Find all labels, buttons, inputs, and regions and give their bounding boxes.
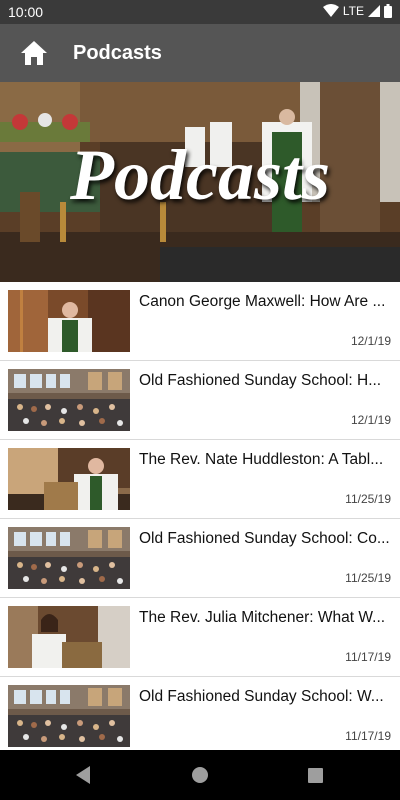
podcast-thumbnail [8, 685, 130, 747]
home-icon [21, 41, 47, 65]
signal-icon [368, 5, 380, 17]
podcast-list: Canon George Maxwell: How Are ... 12/1/1… [0, 282, 400, 756]
recents-icon [308, 768, 323, 783]
podcast-title: Old Fashioned Sunday School: H... [139, 372, 382, 389]
podcast-thumbnail [8, 369, 130, 431]
podcast-title: Canon George Maxwell: How Are ... [139, 293, 386, 310]
back-button[interactable] [74, 765, 92, 790]
back-icon [76, 766, 90, 784]
podcast-title: Old Fashioned Sunday School: Co... [139, 530, 390, 547]
hero-title: Podcasts [70, 135, 330, 215]
podcast-date: 11/17/19 [345, 650, 391, 664]
podcast-item[interactable]: Old Fashioned Sunday School: W... 11/17/… [0, 677, 400, 756]
podcast-date: 12/1/19 [350, 334, 391, 348]
podcast-item[interactable]: Old Fashioned Sunday School: Co... 11/25… [0, 519, 400, 598]
podcast-date: 11/17/19 [345, 729, 391, 743]
podcast-thumbnail [8, 527, 130, 589]
page-title: Podcasts [73, 42, 162, 64]
network-type: LTE [342, 4, 364, 18]
podcast-thumbnail [8, 606, 130, 668]
status-time: 10:00 [8, 4, 44, 20]
podcast-thumbnail [8, 290, 130, 352]
hero-banner: Podcasts [0, 82, 400, 282]
podcast-item[interactable]: Old Fashioned Sunday School: H... 12/1/1… [0, 361, 400, 440]
circle-home-icon [192, 767, 208, 783]
podcast-date: 11/25/19 [345, 571, 391, 585]
podcast-item[interactable]: The Rev. Julia Mitchener: What W... 11/1… [0, 598, 400, 677]
app-bar: Podcasts [0, 24, 400, 82]
podcast-date: 12/1/19 [350, 413, 391, 427]
podcast-thumbnail [8, 448, 130, 510]
navigation-bar [0, 750, 400, 800]
podcast-item[interactable]: Canon George Maxwell: How Are ... 12/1/1… [0, 282, 400, 361]
podcast-title: Old Fashioned Sunday School: W... [139, 688, 384, 705]
podcast-title: The Rev. Julia Mitchener: What W... [139, 609, 386, 626]
podcast-title: The Rev. Nate Huddleston: A Tabl... [139, 451, 384, 468]
podcast-date: 11/25/19 [345, 492, 391, 506]
home-nav-button[interactable] [191, 765, 209, 790]
wifi-icon [322, 4, 339, 17]
status-icons: LTE [322, 4, 392, 18]
podcast-item[interactable]: The Rev. Nate Huddleston: A Tabl... 11/2… [0, 440, 400, 519]
home-button[interactable] [20, 40, 48, 66]
recents-button[interactable] [307, 765, 325, 790]
status-bar: 10:00 LTE [0, 0, 400, 24]
battery-icon [384, 4, 392, 18]
